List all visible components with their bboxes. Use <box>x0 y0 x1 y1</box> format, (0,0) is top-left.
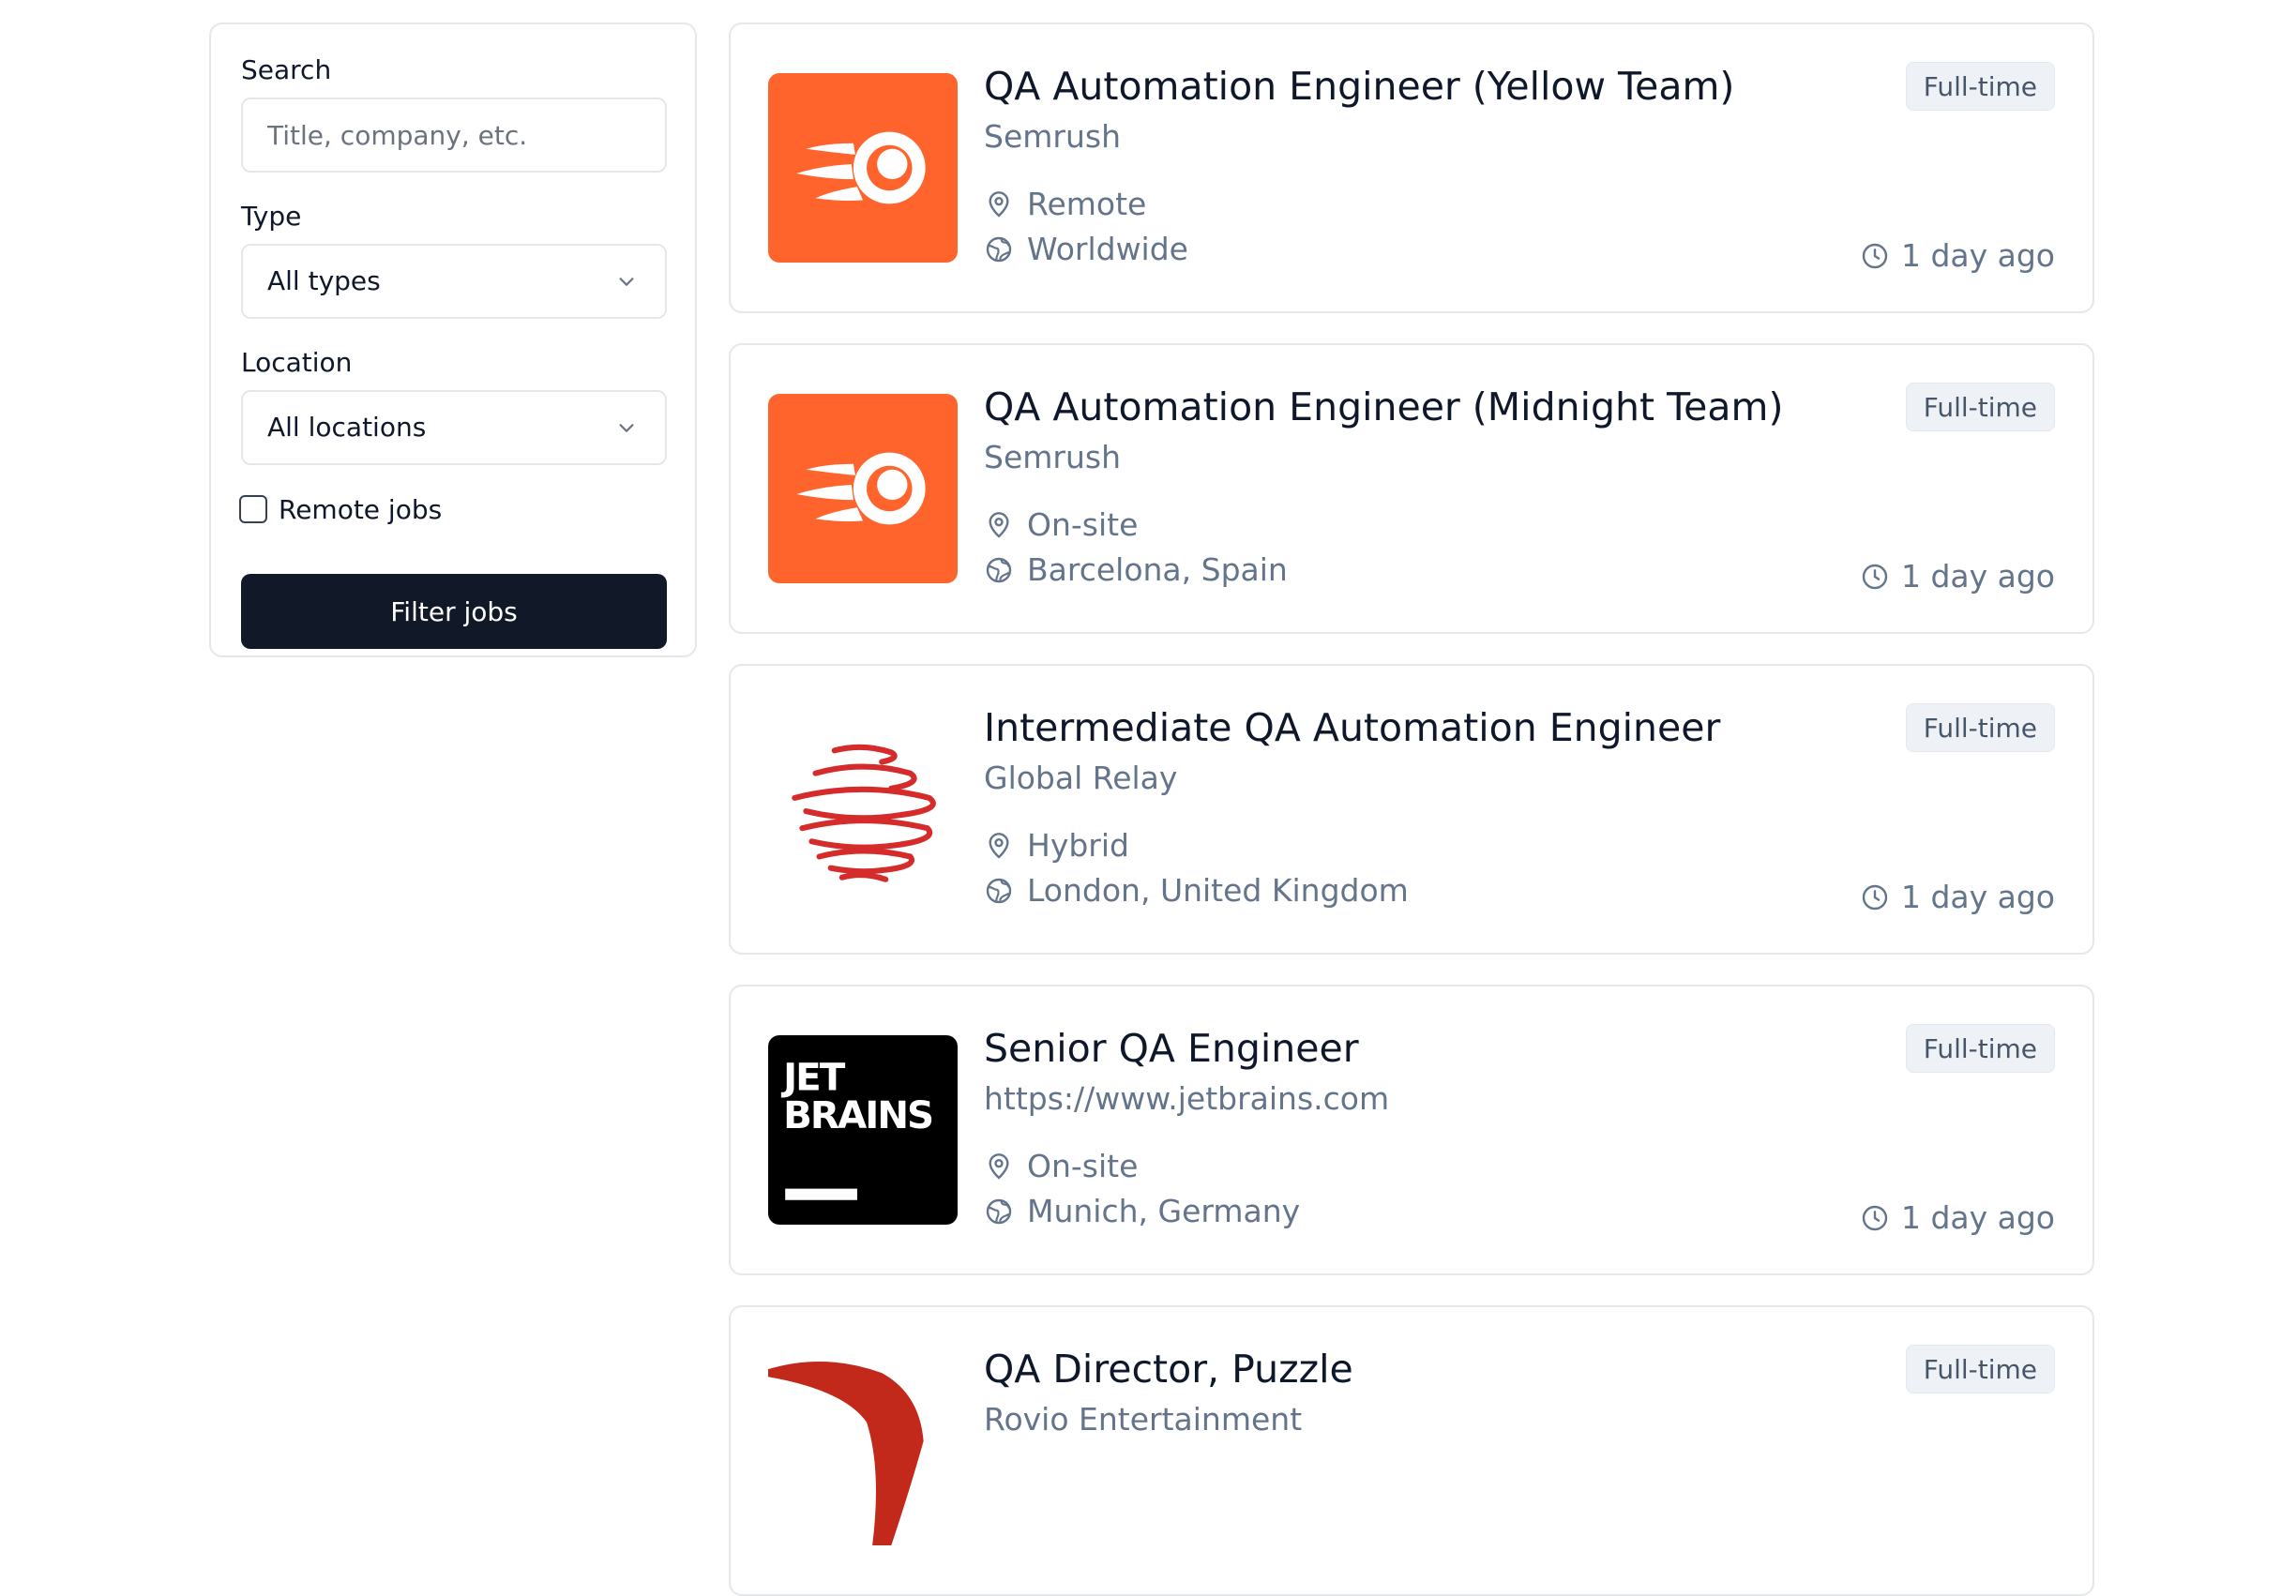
semrush-logo <box>768 73 958 263</box>
remote-jobs-checkbox[interactable] <box>239 495 267 523</box>
job-location: Worldwide <box>984 231 1188 267</box>
work-mode: On-site <box>984 506 1138 543</box>
search-label: Search <box>241 54 332 85</box>
work-mode-text: On-site <box>1027 1148 1139 1184</box>
clock-icon <box>1862 1205 1888 1230</box>
work-mode: On-site <box>984 1148 1138 1184</box>
clock-icon <box>1862 243 1888 268</box>
chevron-down-icon <box>619 424 634 432</box>
job-card[interactable]: Intermediate QA Automation Engineer Glob… <box>729 664 2094 955</box>
global-relay-logo <box>768 715 958 904</box>
location-text: Worldwide <box>1027 231 1188 267</box>
company-name: Semrush <box>984 439 1121 475</box>
search-field[interactable] <box>241 98 667 173</box>
job-type-badge: Full-time <box>1905 62 2055 111</box>
jetbrains-logo-line-2: BRAINS <box>783 1092 932 1137</box>
posted-time: 1 day ago <box>1860 558 2055 595</box>
location-select[interactable]: All locations <box>241 390 667 465</box>
job-location: Munich, Germany <box>984 1193 1300 1229</box>
job-title[interactable]: Intermediate QA Automation Engineer <box>984 705 1720 750</box>
location-select-value: All locations <box>267 412 427 443</box>
job-type-badge: Full-time <box>1905 703 2055 752</box>
filter-panel: Search Type All types Location All locat… <box>209 23 697 657</box>
posted-text: 1 day ago <box>1900 1199 2055 1236</box>
job-location: London, United Kingdom <box>984 872 1409 909</box>
job-card[interactable]: QA Director, Puzzle Rovio Entertainment … <box>729 1305 2094 1596</box>
location-label: Location <box>241 347 353 378</box>
company-name: Semrush <box>984 118 1121 155</box>
job-title[interactable]: QA Automation Engineer (Yellow Team) <box>984 64 1734 109</box>
map-pin-icon <box>989 1152 1009 1180</box>
filter-jobs-button[interactable]: Filter jobs <box>241 574 667 649</box>
clock-icon <box>1862 884 1888 910</box>
work-mode-text: Hybrid <box>1027 827 1129 864</box>
posted-text: 1 day ago <box>1900 879 2055 915</box>
globe-icon <box>986 1198 1012 1224</box>
jetbrains-logo: JET BRAINS <box>768 1035 958 1225</box>
work-mode: Hybrid <box>984 827 1129 864</box>
globe-icon <box>986 557 1012 582</box>
map-pin-icon <box>989 190 1009 218</box>
type-select-value: All types <box>267 265 381 296</box>
posted-text: 1 day ago <box>1900 237 2055 274</box>
company-name: https://www.jetbrains.com <box>984 1080 1390 1117</box>
remote-jobs-option[interactable]: Remote jobs <box>239 493 442 525</box>
posted-text: 1 day ago <box>1900 558 2055 595</box>
location-text: Barcelona, Spain <box>1027 551 1288 588</box>
company-name: Global Relay <box>984 760 1178 796</box>
job-card[interactable]: QA Automation Engineer (Yellow Team) Sem… <box>729 23 2094 313</box>
type-label: Type <box>241 201 302 232</box>
globe-icon <box>986 878 1012 903</box>
job-type-badge: Full-time <box>1905 383 2055 431</box>
company-name: Rovio Entertainment <box>984 1401 1303 1438</box>
posted-time: 1 day ago <box>1860 237 2055 274</box>
job-title[interactable]: QA Director, Puzzle <box>984 1347 1353 1392</box>
rovio-logo <box>768 1356 958 1545</box>
job-type-badge: Full-time <box>1905 1345 2055 1393</box>
job-card[interactable]: QA Automation Engineer (Midnight Team) S… <box>729 343 2094 634</box>
work-mode-text: On-site <box>1027 506 1139 543</box>
job-location: Barcelona, Spain <box>984 551 1288 588</box>
semrush-logo <box>768 394 958 583</box>
job-title[interactable]: Senior QA Engineer <box>984 1026 1359 1071</box>
globe-icon <box>986 236 1012 262</box>
posted-time: 1 day ago <box>1860 1199 2055 1236</box>
clock-icon <box>1862 564 1888 589</box>
work-mode-text: Remote <box>1027 186 1147 222</box>
job-card[interactable]: JET BRAINS Senior QA Engineer https://ww… <box>729 985 2094 1275</box>
location-text: London, United Kingdom <box>1027 872 1409 909</box>
posted-time: 1 day ago <box>1860 879 2055 915</box>
location-text: Munich, Germany <box>1027 1193 1301 1229</box>
job-title[interactable]: QA Automation Engineer (Midnight Team) <box>984 384 1783 429</box>
type-select[interactable]: All types <box>241 244 667 319</box>
search-input[interactable] <box>243 99 665 171</box>
remote-jobs-label: Remote jobs <box>279 493 443 525</box>
work-mode: Remote <box>984 186 1146 222</box>
map-pin-icon <box>989 511 1009 538</box>
map-pin-icon <box>989 832 1009 859</box>
chevron-down-icon <box>619 278 634 286</box>
job-type-badge: Full-time <box>1905 1024 2055 1073</box>
